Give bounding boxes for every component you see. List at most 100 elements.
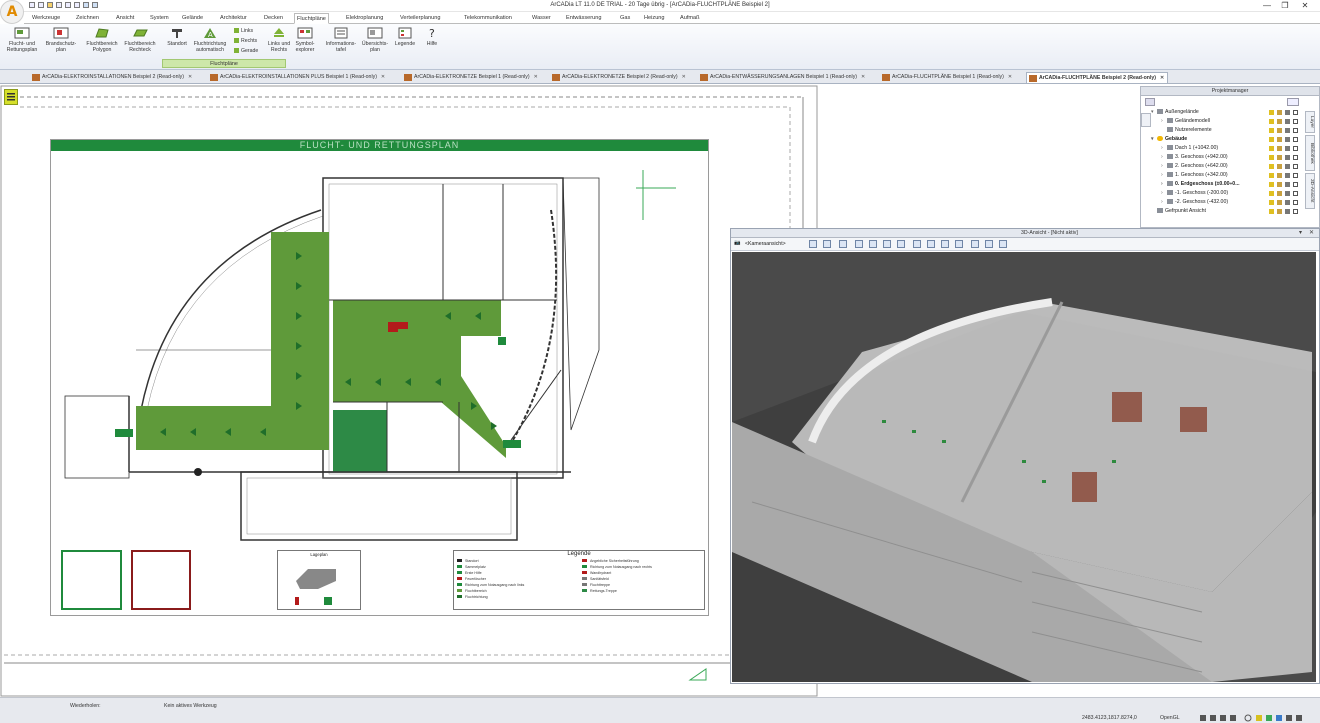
doc-tab[interactable]: ArCADia-FLUCHTPLÄNE Beispiel 1 (Read-onl… xyxy=(880,72,1012,83)
checkbox[interactable] xyxy=(1293,209,1298,214)
print-icon[interactable] xyxy=(1285,119,1290,124)
menu-zeichnen[interactable]: Zeichnen xyxy=(76,13,99,24)
bulb-icon[interactable] xyxy=(1269,200,1274,205)
menu-elektroplanung[interactable]: Elektroplanung xyxy=(346,13,383,24)
side-tab-project[interactable] xyxy=(1141,113,1151,127)
visibility-flags[interactable] xyxy=(1269,180,1305,189)
lock-icon[interactable] xyxy=(1277,209,1282,214)
fire-protection-plan-button[interactable]: Brandschutz-plan xyxy=(44,27,78,53)
menu-fluchtplaene[interactable]: Fluchtpläne xyxy=(294,13,329,24)
view-tool-icon[interactable] xyxy=(941,240,949,248)
close-tab-icon[interactable]: ✕ xyxy=(682,74,686,80)
checkbox[interactable] xyxy=(1293,191,1298,196)
checkbox[interactable] xyxy=(1293,119,1298,124)
auto-direction-button[interactable]: A Fluchtrichtung automatisch xyxy=(190,27,230,53)
bulb-icon[interactable] xyxy=(1269,164,1274,169)
bulb-icon[interactable] xyxy=(1269,119,1274,124)
direction-right-option[interactable]: Rechts xyxy=(234,38,257,45)
close-button[interactable]: ✕ xyxy=(1298,1,1312,11)
lock-icon[interactable] xyxy=(1277,173,1282,178)
view-tool-icon[interactable] xyxy=(971,240,979,248)
print-icon[interactable] xyxy=(1285,110,1290,115)
view-tool-icon[interactable] xyxy=(927,240,935,248)
lock-icon[interactable] xyxy=(1277,164,1282,169)
app-logo[interactable]: A xyxy=(0,0,24,24)
close-tab-icon[interactable]: ✕ xyxy=(381,74,385,80)
print-icon[interactable] xyxy=(65,2,71,8)
edit-icon[interactable] xyxy=(47,2,53,8)
redo-icon[interactable] xyxy=(92,2,98,8)
tree-node[interactable]: › -2. Geschoss (-432.00) xyxy=(1161,198,1228,207)
visibility-flags[interactable] xyxy=(1269,126,1305,135)
lock-icon[interactable] xyxy=(1277,137,1282,142)
side-tab-3d[interactable]: 3D-Ansicht xyxy=(1305,173,1315,209)
side-tab-library[interactable]: Bibliothek xyxy=(1305,135,1315,171)
menu-telekommunikation[interactable]: Telekommunikation xyxy=(464,13,512,24)
view-tool-icon[interactable] xyxy=(999,240,1007,248)
checkbox[interactable] xyxy=(1293,164,1298,169)
lock-icon[interactable] xyxy=(1277,155,1282,160)
print-icon[interactable] xyxy=(1285,137,1290,142)
bulb-icon[interactable] xyxy=(1269,182,1274,187)
help-button[interactable]: ? Hilfe xyxy=(422,27,442,47)
menu-architektur[interactable]: Architektur xyxy=(220,13,247,24)
menu-verteilerplanung[interactable]: Verteilerplanung xyxy=(400,13,440,24)
bulb-icon[interactable] xyxy=(1269,209,1274,214)
tree-node[interactable]: › Dach 1 (+1042.00) xyxy=(1161,144,1218,153)
visibility-flags[interactable] xyxy=(1269,162,1305,171)
location-button[interactable]: Standort xyxy=(164,27,190,47)
status-toggles[interactable] xyxy=(1200,714,1310,722)
new-file-icon[interactable] xyxy=(29,2,35,8)
lock-icon[interactable] xyxy=(1277,128,1282,133)
visibility-flags[interactable] xyxy=(1269,144,1305,153)
doc-tab-active[interactable]: ArCADia-FLUCHTPLÄNE Beispiel 2 (Read-onl… xyxy=(1026,72,1169,83)
bulb-icon[interactable] xyxy=(1269,173,1274,178)
lock-icon[interactable] xyxy=(1277,110,1282,115)
menu-aufmass[interactable]: Aufmaß xyxy=(680,13,700,24)
menu-wasser[interactable]: Wasser xyxy=(532,13,551,24)
checkbox[interactable] xyxy=(1293,155,1298,160)
bulb-icon[interactable] xyxy=(1269,128,1274,133)
menu-heizung[interactable]: Heizung xyxy=(644,13,665,24)
print-icon[interactable] xyxy=(1285,155,1290,160)
view-3d-viewport[interactable] xyxy=(732,252,1316,682)
lock-icon[interactable] xyxy=(1277,200,1282,205)
maximize-button[interactable]: ❐ xyxy=(1278,1,1292,11)
info-board-button[interactable]: Informations-tafel xyxy=(324,27,358,53)
close-panel-icon[interactable]: ✕ xyxy=(1309,229,1314,236)
print-icon[interactable] xyxy=(1285,128,1290,133)
tree-node[interactable]: › 2. Geschoss (+642.00) xyxy=(1161,162,1228,171)
tree-node[interactable]: Nutzerelemente xyxy=(1161,126,1212,135)
view-tool-icon[interactable] xyxy=(809,240,817,248)
escape-plan-button[interactable]: Flucht- und Rettungsplan xyxy=(2,27,42,53)
view-tool-icon[interactable] xyxy=(869,240,877,248)
pin-icon[interactable]: ▾ xyxy=(1299,229,1302,236)
layers-toggle-icon[interactable] xyxy=(4,89,18,105)
menu-entwaesserung[interactable]: Entwässerung xyxy=(566,13,601,24)
undo-icon[interactable] xyxy=(83,2,89,8)
home-icon[interactable] xyxy=(1145,98,1155,106)
menu-werkzeuge[interactable]: Werkzeuge xyxy=(32,13,60,24)
close-tab-icon[interactable]: ✕ xyxy=(1160,75,1164,81)
visibility-flags[interactable] xyxy=(1269,117,1305,126)
tree-node[interactable]: ▾ Gebäude xyxy=(1151,135,1187,144)
visibility-flags[interactable] xyxy=(1269,198,1305,207)
tree-node[interactable]: › -1. Geschoss (-200.00) xyxy=(1161,189,1228,198)
tree-node[interactable]: › 3. Geschoss (+942.00) xyxy=(1161,153,1228,162)
menu-decken[interactable]: Decken xyxy=(264,13,283,24)
print-icon[interactable] xyxy=(1285,191,1290,196)
tree-node[interactable]: › Geländemodell xyxy=(1161,117,1210,126)
visibility-flags[interactable] xyxy=(1269,153,1305,162)
bulb-icon[interactable] xyxy=(1269,155,1274,160)
save-as-icon[interactable] xyxy=(74,2,80,8)
tree-node[interactable]: › 1. Geschoss (+342.00) xyxy=(1161,171,1228,180)
lock-icon[interactable] xyxy=(1277,182,1282,187)
close-tab-icon[interactable]: ✕ xyxy=(188,74,192,80)
visibility-flags[interactable] xyxy=(1269,135,1305,144)
direction-straight-option[interactable]: Gerade xyxy=(234,48,258,55)
tree-node[interactable]: › 0. Erdgeschoss (±0.00÷0... xyxy=(1161,180,1240,189)
view-tool-icon[interactable] xyxy=(823,240,831,248)
visibility-flags[interactable] xyxy=(1269,171,1305,180)
lock-icon[interactable] xyxy=(1277,146,1282,151)
minimize-button[interactable]: — xyxy=(1260,1,1274,11)
